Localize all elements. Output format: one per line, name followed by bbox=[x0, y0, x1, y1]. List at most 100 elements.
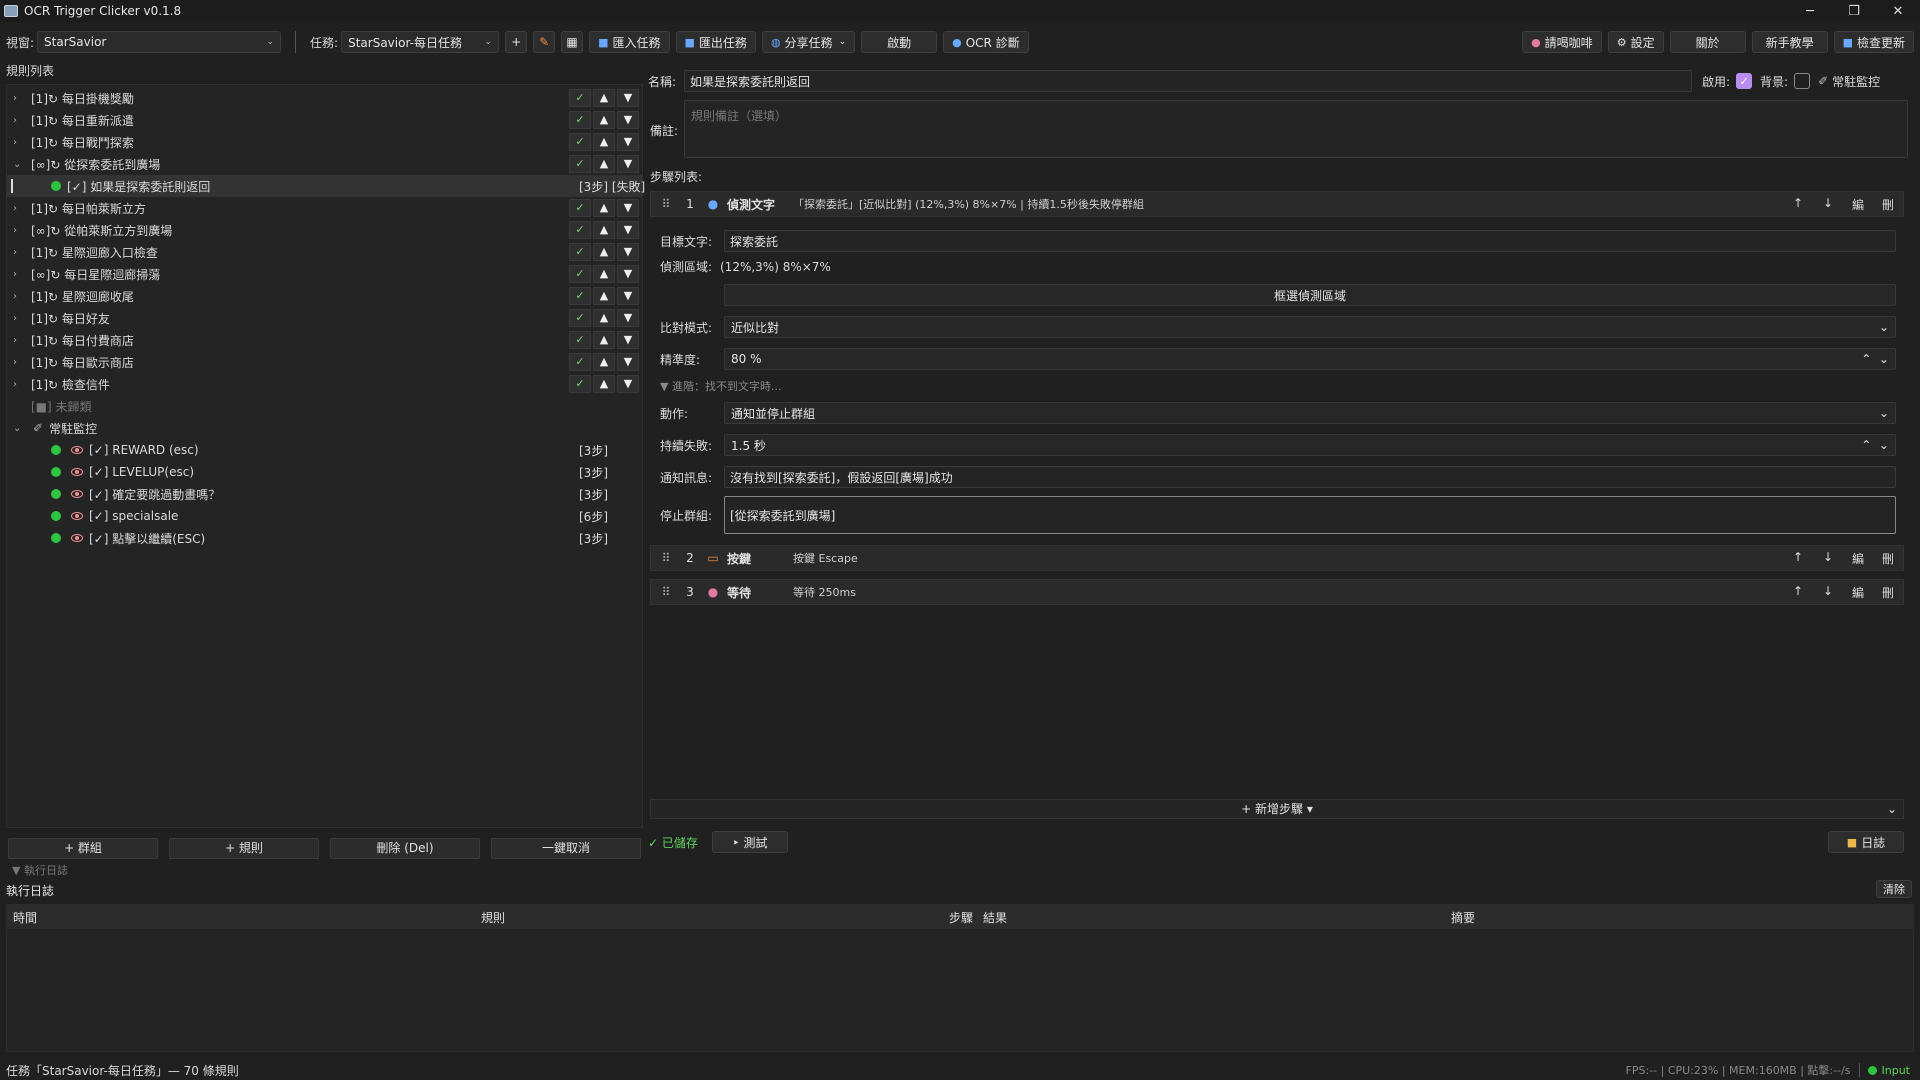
expand-icon[interactable]: › bbox=[13, 203, 25, 214]
step-row[interactable]: ⠿ 1 ● 偵測文字 「探索委託」[近似比對] (12%,3%) 8%×7% |… bbox=[650, 191, 1904, 217]
eye-icon[interactable] bbox=[71, 534, 83, 542]
move-down-button[interactable]: ↓ bbox=[1813, 584, 1843, 601]
delete-step-button[interactable]: 刪 bbox=[1873, 550, 1903, 567]
add-step-button[interactable]: + 新增步驟 ▾ ⌄ bbox=[650, 799, 1904, 819]
expand-icon[interactable]: › bbox=[13, 313, 25, 324]
enable-toggle[interactable]: ✓ bbox=[569, 287, 591, 305]
move-down-button[interactable]: ▼ bbox=[617, 287, 639, 305]
eye-icon[interactable] bbox=[71, 468, 83, 476]
move-up-button[interactable]: ▲ bbox=[593, 353, 615, 371]
move-up-button[interactable]: ▲ bbox=[593, 199, 615, 217]
expand-icon[interactable]: › bbox=[13, 269, 25, 280]
start-button[interactable]: 啟動 bbox=[861, 31, 938, 53]
monitor-rule-row[interactable]: [✓] LEVELUP(esc) [3步] bbox=[7, 461, 642, 483]
move-up-button[interactable]: ▲ bbox=[593, 331, 615, 349]
rule-note-input[interactable]: 規則備註（選填） bbox=[684, 100, 1908, 158]
notify-message-input[interactable]: 沒有找到[探索委託]，假設返回[廣場]成功 bbox=[724, 466, 1896, 488]
delete-rule-button[interactable]: 刪除 (Del) bbox=[330, 838, 480, 859]
col-result[interactable]: 結果 bbox=[983, 909, 1007, 926]
move-down-button[interactable]: ↓ bbox=[1813, 196, 1843, 213]
move-down-button[interactable]: ▼ bbox=[617, 221, 639, 239]
enable-toggle[interactable]: ✓ bbox=[569, 353, 591, 371]
enable-toggle[interactable]: ✓ bbox=[569, 111, 591, 129]
move-up-button[interactable]: ▲ bbox=[593, 287, 615, 305]
add-group-button[interactable]: + 群組 bbox=[8, 838, 158, 859]
settings-button[interactable]: ⚙ 設定 bbox=[1607, 31, 1664, 53]
expand-icon[interactable]: ⌄ bbox=[13, 159, 25, 170]
import-task-button[interactable]: ■ 匯入任務 bbox=[589, 31, 670, 53]
minimize-button[interactable]: ─ bbox=[1788, 4, 1832, 19]
move-up-button[interactable]: ▲ bbox=[593, 221, 615, 239]
log-table[interactable]: 時間 規則 步驟 結果 摘要 bbox=[6, 904, 1914, 1052]
target-text-input[interactable]: 探索委託 bbox=[724, 230, 1896, 252]
ocr-diagnose-button[interactable]: ● OCR 診斷 bbox=[943, 31, 1029, 53]
drag-handle-icon[interactable]: ⠿ bbox=[657, 551, 675, 565]
move-down-button[interactable]: ▼ bbox=[617, 375, 639, 393]
delete-step-button[interactable]: 刪 bbox=[1873, 584, 1903, 601]
move-up-button[interactable]: ▲ bbox=[593, 375, 615, 393]
enable-toggle[interactable]: ✓ bbox=[569, 375, 591, 393]
move-down-button[interactable]: ↓ bbox=[1813, 550, 1843, 567]
coffee-button[interactable]: ● 請喝咖啡 bbox=[1522, 31, 1602, 53]
move-up-button[interactable]: ▲ bbox=[593, 309, 615, 327]
rule-group-row[interactable]: › [1]↻ 星際迴廊入口檢查 ✓ ▲ ▼ bbox=[7, 241, 642, 263]
rule-group-row[interactable]: › [1]↻ 每日付費商店 ✓ ▲ ▼ bbox=[7, 329, 642, 351]
col-summary[interactable]: 摘要 bbox=[1451, 909, 1475, 926]
spin-arrows-icon[interactable]: ⌃ ⌄ bbox=[1861, 352, 1889, 366]
monitor-rule-row[interactable]: [✓] specialsale [6步] bbox=[7, 505, 642, 527]
expand-icon[interactable]: › bbox=[13, 137, 25, 148]
enable-toggle[interactable]: ✓ bbox=[569, 331, 591, 349]
move-down-button[interactable]: ▼ bbox=[617, 353, 639, 371]
delete-step-button[interactable]: 刪 bbox=[1873, 196, 1903, 213]
move-up-button[interactable]: ▲ bbox=[593, 265, 615, 283]
move-up-button[interactable]: ▲ bbox=[593, 111, 615, 129]
move-down-button[interactable]: ▼ bbox=[617, 89, 639, 107]
move-up-button[interactable]: ↑ bbox=[1783, 196, 1813, 213]
enable-toggle[interactable]: ✓ bbox=[569, 199, 591, 217]
eye-icon[interactable] bbox=[71, 512, 83, 520]
edit-task-button[interactable]: ✎ bbox=[533, 31, 556, 53]
select-region-button[interactable]: 框選偵測區域 bbox=[724, 284, 1896, 306]
move-down-button[interactable]: ▼ bbox=[617, 199, 639, 217]
monitor-rule-row[interactable]: [✓] 確定要跳過動畫嗎？ [3步] bbox=[7, 483, 642, 505]
clear-log-button[interactable]: 清除 bbox=[1876, 880, 1912, 898]
enable-toggle[interactable]: ✓ bbox=[569, 243, 591, 261]
log-button[interactable]: ■ 日誌 bbox=[1828, 831, 1904, 853]
share-task-button[interactable]: ◍ 分享任務 ⌄ bbox=[761, 31, 856, 53]
spin-arrows-icon[interactable]: ⌃ ⌄ bbox=[1861, 438, 1889, 452]
expand-icon[interactable]: › bbox=[13, 225, 25, 236]
window-select[interactable]: StarSavior ⌄ bbox=[37, 31, 282, 53]
rule-group-row[interactable]: › [1]↻ 每日歐示商店 ✓ ▲ ▼ bbox=[7, 351, 642, 373]
step-row[interactable]: ⠿ 3 ● 等待 等待 250ms ↑ ↓ 編刪 bbox=[650, 579, 1904, 605]
move-down-button[interactable]: ▼ bbox=[617, 111, 639, 129]
rule-group-row[interactable]: › [1]↻ 每日掛機獎勵 ✓ ▲ ▼ bbox=[7, 87, 642, 109]
maximize-button[interactable]: ❐ bbox=[1832, 4, 1876, 19]
enable-toggle[interactable]: ✓ bbox=[569, 265, 591, 283]
close-button[interactable]: ✕ bbox=[1876, 4, 1920, 19]
col-step[interactable]: 步驟 bbox=[949, 909, 973, 926]
ungrouped-row[interactable]: [■] 未歸類 bbox=[7, 395, 642, 417]
move-down-button[interactable]: ▼ bbox=[617, 265, 639, 283]
move-up-button[interactable]: ▲ bbox=[593, 243, 615, 261]
tutorial-button[interactable]: 新手教學 bbox=[1751, 31, 1828, 53]
move-up-button[interactable]: ▲ bbox=[593, 133, 615, 151]
rule-name-input[interactable]: 如果是探索委託則返回 bbox=[684, 70, 1692, 92]
action-select[interactable]: 通知並停止群組 ⌄ bbox=[724, 402, 1896, 424]
move-up-button[interactable]: ▲ bbox=[593, 155, 615, 173]
cancel-all-button[interactable]: 一鍵取消 bbox=[491, 838, 641, 859]
drag-handle-icon[interactable]: ⠿ bbox=[657, 585, 675, 599]
stop-group-input[interactable]: [從探索委託到廣場] bbox=[724, 496, 1896, 534]
rule-group-row[interactable]: › [1]↻ 每日重新派遣 ✓ ▲ ▼ bbox=[7, 109, 642, 131]
check-update-button[interactable]: ■ 檢查更新 bbox=[1833, 31, 1914, 53]
persist-fail-spinbox[interactable]: 1.5 秒 ⌃ ⌄ bbox=[724, 434, 1896, 456]
move-down-button[interactable]: ▼ bbox=[617, 331, 639, 349]
expand-icon[interactable]: › bbox=[13, 93, 25, 104]
move-up-button[interactable]: ↑ bbox=[1783, 584, 1813, 601]
log-collapse-toggle[interactable]: ▼ 執行日誌 bbox=[12, 862, 68, 878]
enable-toggle[interactable]: ✓ bbox=[569, 221, 591, 239]
eye-icon[interactable] bbox=[71, 490, 83, 498]
rule-group-row[interactable]: › [1]↻ 星際迴廊收尾 ✓ ▲ ▼ bbox=[7, 285, 642, 307]
expand-icon[interactable]: › bbox=[13, 335, 25, 346]
monitor-group-row[interactable]: ⌄ ✐ 常駐監控 bbox=[7, 417, 642, 439]
edit-step-button[interactable]: 編 bbox=[1843, 196, 1873, 213]
